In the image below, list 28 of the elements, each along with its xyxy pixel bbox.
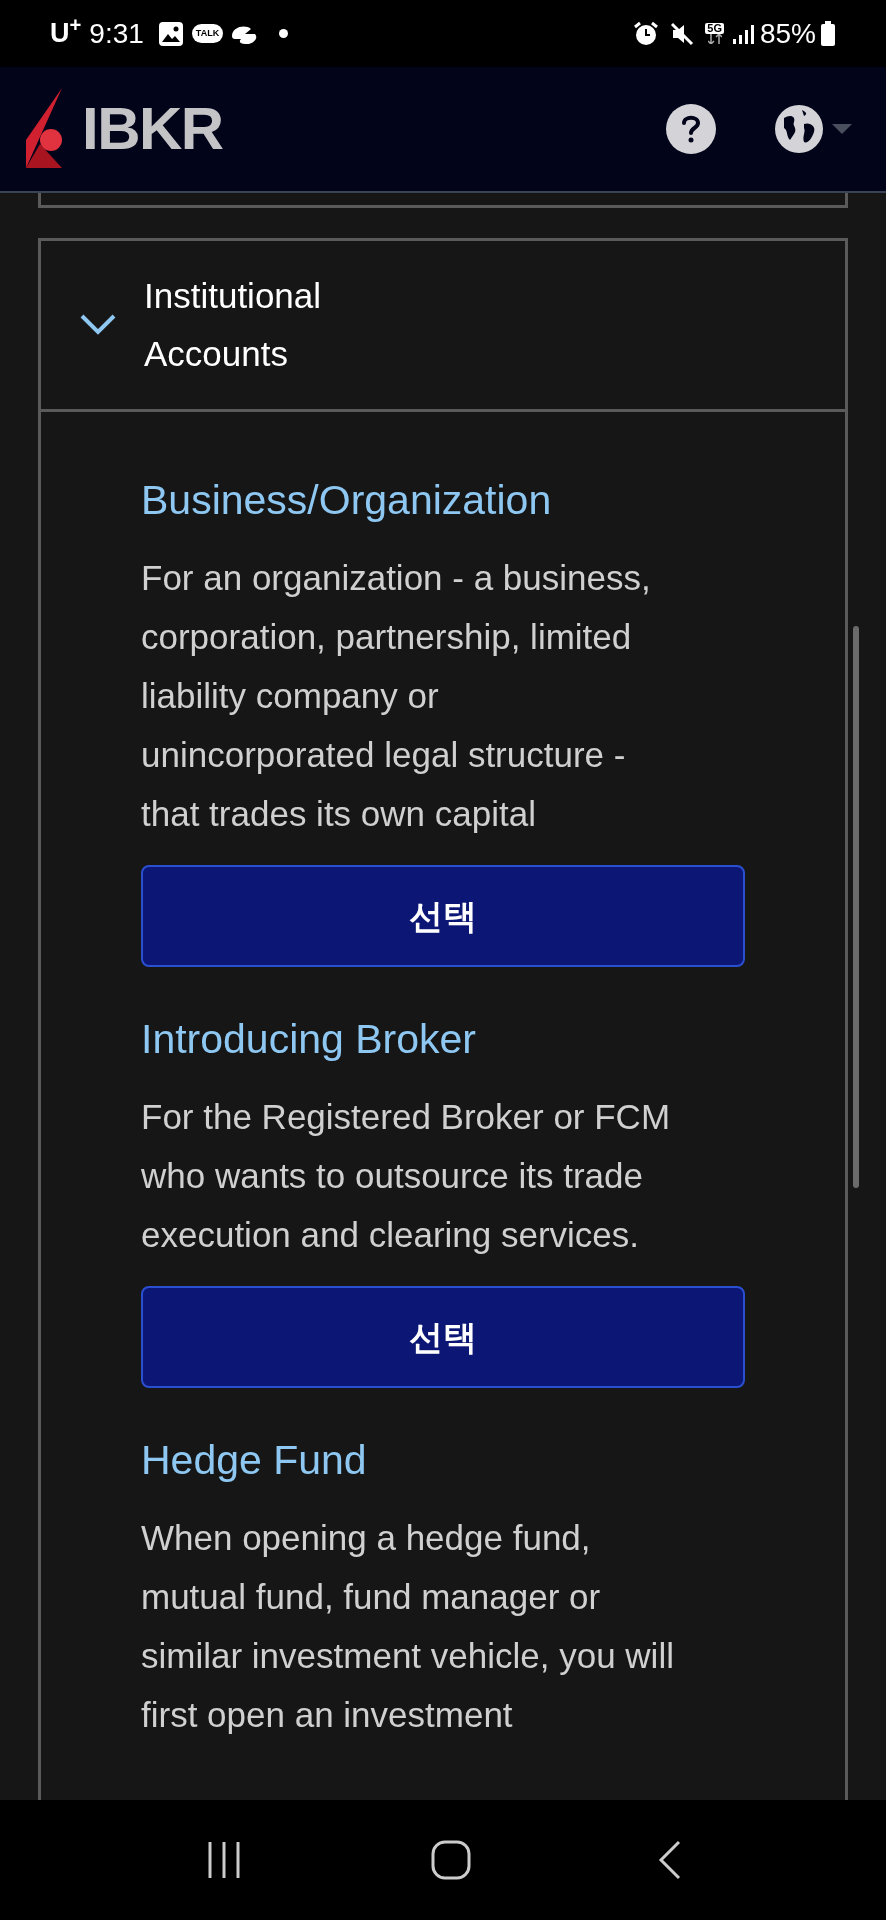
image-icon bbox=[157, 20, 184, 47]
chat-icon: TALK bbox=[191, 24, 224, 43]
clock-time: 9:31 bbox=[89, 16, 144, 51]
select-button[interactable]: 선택 bbox=[141, 1286, 745, 1388]
home-icon[interactable] bbox=[431, 1840, 471, 1880]
scrollbar-icon bbox=[853, 626, 859, 1188]
alarm-icon bbox=[633, 20, 660, 47]
option-title: Business/Organization bbox=[141, 476, 553, 525]
language-button[interactable] bbox=[774, 104, 852, 154]
accordion-header[interactable]: Institutional Accounts bbox=[41, 241, 845, 412]
option-title: Introducing Broker bbox=[141, 1015, 477, 1064]
select-button[interactable]: 선택 bbox=[141, 865, 745, 967]
option-description: When opening a hedge fund, mutual fund, fund manager or similar investment vehicle, you will first open an investment bbox=[141, 1517, 675, 1736]
help-button[interactable] bbox=[666, 104, 716, 154]
option-title: Hedge Fund bbox=[141, 1436, 368, 1485]
globe-icon bbox=[774, 104, 824, 154]
logo-text: IBKR bbox=[82, 94, 223, 164]
carrier-label: U$^{+}$ bbox=[50, 13, 82, 51]
option-description: For an organization - a business, corporation, partnership, limited liability company or unincorporated legal structure - that trades its own capital bbox=[141, 557, 652, 835]
accordion-title: Institutional Accounts bbox=[144, 275, 322, 375]
battery-percent: 85% bbox=[759, 16, 816, 51]
signal-icon bbox=[731, 22, 754, 45]
battery-icon bbox=[820, 20, 836, 47]
back-icon[interactable] bbox=[658, 1840, 683, 1880]
option-description: For the Registered Broker or FCM who wants to outsource its trade execution and clearing services. bbox=[141, 1096, 672, 1256]
help-icon bbox=[680, 115, 702, 143]
mute-icon bbox=[669, 20, 696, 47]
caret-icon bbox=[832, 124, 852, 134]
